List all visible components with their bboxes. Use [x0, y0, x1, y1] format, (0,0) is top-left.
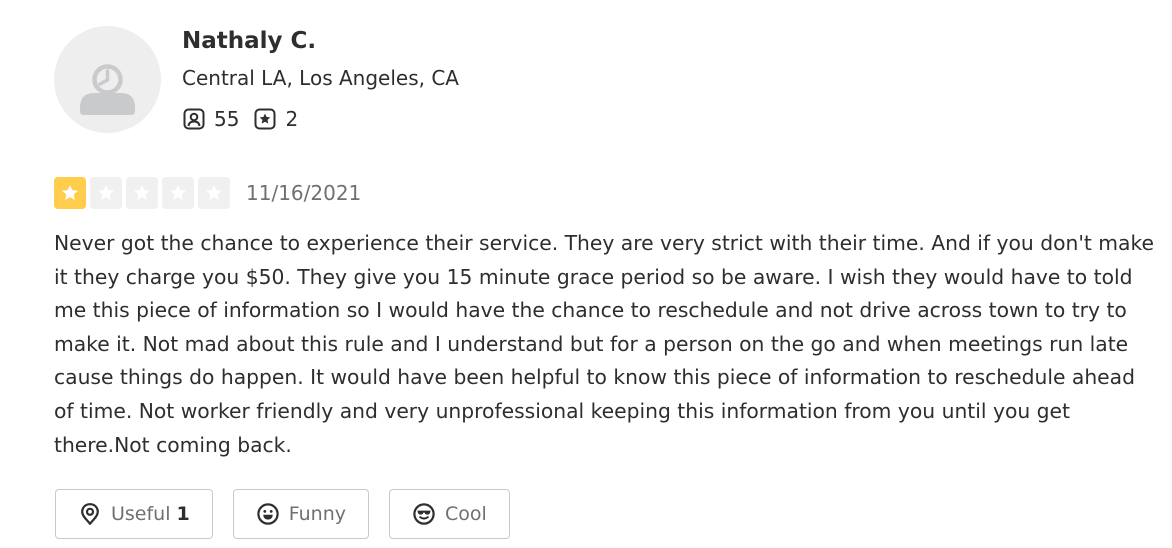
rating-row: 11/16/2021	[54, 177, 361, 209]
star-icon	[206, 185, 222, 200]
star-icon	[98, 185, 114, 200]
useful-button[interactable]: Useful 1	[55, 489, 213, 539]
star-rating	[54, 177, 234, 209]
star-empty	[162, 177, 194, 209]
user-location: Central LA, Los Angeles, CA	[182, 66, 459, 90]
sunglasses-face-icon	[413, 503, 435, 525]
smile-icon	[257, 503, 279, 525]
funny-label: Funny	[288, 503, 347, 525]
lightbulb-icon	[81, 503, 99, 525]
friends-icon	[183, 108, 205, 130]
star-empty	[126, 177, 158, 209]
user-stats: 55 2	[182, 105, 298, 133]
cool-label: Cool	[445, 503, 487, 525]
default-user-icon	[80, 64, 135, 115]
star-empty	[198, 177, 230, 209]
avatar[interactable]	[54, 26, 161, 133]
friends-stat: 55	[182, 107, 239, 131]
reaction-buttons: Useful 1 Funny Cool	[55, 489, 510, 539]
star-filled	[54, 177, 86, 209]
friends-count: 55	[214, 107, 240, 131]
funny-button[interactable]: Funny	[232, 489, 370, 539]
reviews-count: 2	[285, 107, 299, 131]
star-empty	[90, 177, 122, 209]
star-icon	[170, 185, 186, 200]
useful-label: Useful	[111, 503, 171, 525]
user-name[interactable]: Nathaly C.	[182, 28, 316, 54]
review-text: Never got the chance to experience their…	[54, 231, 1154, 457]
useful-count: 1	[176, 503, 190, 525]
cool-button[interactable]: Cool	[389, 489, 510, 539]
star-icon	[134, 185, 150, 200]
review-star-icon	[254, 108, 276, 130]
reviews-stat: 2	[253, 107, 298, 131]
review-date: 11/16/2021	[246, 181, 362, 205]
star-icon	[62, 185, 78, 200]
